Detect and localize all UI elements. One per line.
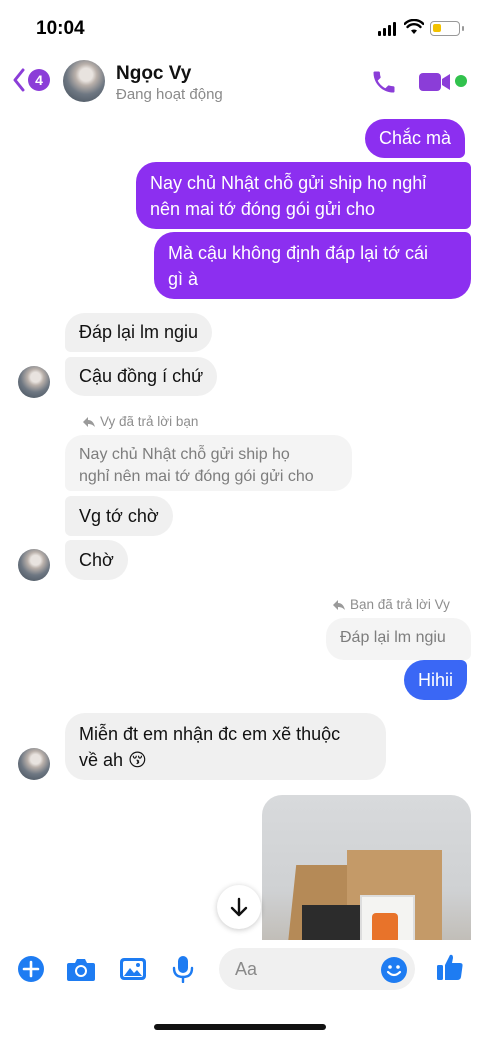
message-incoming[interactable]: Miễn đt em nhận đc em xẽ thuộc về ah 😚 bbox=[65, 713, 386, 780]
quoted-message[interactable]: Đáp lại lm ngiu bbox=[326, 618, 471, 660]
message-input-placeholder: Aa bbox=[235, 959, 258, 979]
message-incoming[interactable]: Cậu đồng í chứ bbox=[65, 357, 218, 396]
contact-avatar[interactable] bbox=[63, 60, 105, 102]
message-text-line: Nay chủ Nhật chỗ gửi ship họ nghỉ bbox=[150, 173, 427, 193]
thumbs-up-icon[interactable] bbox=[435, 952, 465, 982]
message-incoming[interactable]: Đáp lại lm ngiu bbox=[65, 313, 213, 352]
home-indicator bbox=[154, 1024, 326, 1030]
quoted-text: Đáp lại lm ngiu bbox=[340, 629, 446, 646]
online-indicator bbox=[455, 75, 467, 87]
reply-arrow-icon bbox=[333, 599, 345, 610]
video-camera-icon[interactable] bbox=[418, 70, 452, 94]
message-outgoing[interactable]: Hihii bbox=[404, 660, 468, 700]
scroll-to-bottom-button[interactable] bbox=[217, 885, 261, 929]
phone-icon[interactable] bbox=[370, 68, 398, 96]
reply-note-text: Vy đã trả lời bạn bbox=[100, 414, 199, 429]
camera-icon[interactable] bbox=[66, 955, 96, 983]
message-text: Cậu đồng í chứ bbox=[79, 366, 204, 386]
message-text-line: Miễn đt em nhận đc em xẽ thuộc bbox=[79, 724, 341, 744]
photo-content bbox=[372, 913, 398, 940]
back-chevron-icon bbox=[13, 68, 25, 92]
reply-note-text: Bạn đã trả lời Vy bbox=[350, 597, 450, 612]
quoted-text-line: Nay chủ Nhật chỗ gửi ship họ bbox=[79, 446, 290, 463]
quoted-text-line: nghỉ nên mai tớ đóng gói gửi cho bbox=[79, 468, 314, 485]
status-bar: 10:04 bbox=[0, 0, 480, 56]
signal-icon bbox=[378, 22, 396, 36]
sender-avatar[interactable] bbox=[18, 748, 50, 780]
status-time: 10:04 bbox=[36, 18, 85, 39]
message-thread[interactable]: Chắc mà Nay chủ Nhật chỗ gửi ship họ ngh… bbox=[0, 108, 480, 940]
wifi-icon bbox=[404, 19, 424, 34]
message-outgoing[interactable]: Chắc mà bbox=[365, 119, 466, 158]
message-incoming[interactable]: Vg tớ chờ bbox=[65, 496, 173, 536]
message-outgoing[interactable]: Mà cậu không định đáp lại tớ cái gì à bbox=[154, 232, 471, 299]
message-text: Chờ bbox=[79, 550, 114, 570]
message-text-line: nên mai tớ đóng gói gửi cho bbox=[150, 199, 375, 219]
sender-avatar[interactable] bbox=[18, 366, 50, 398]
message-outgoing[interactable]: Nay chủ Nhật chỗ gửi ship họ nghỉ nên ma… bbox=[136, 162, 471, 229]
back-button[interactable]: 4 bbox=[12, 68, 50, 92]
reply-arrow-icon bbox=[83, 416, 95, 427]
message-text: Chắc mà bbox=[379, 128, 452, 148]
message-text: Đáp lại lm ngiu bbox=[79, 322, 199, 342]
photo-content bbox=[302, 905, 367, 940]
contact-status: Đang hoạt động bbox=[116, 86, 223, 103]
microphone-icon[interactable] bbox=[172, 955, 194, 983]
quoted-message[interactable]: Nay chủ Nhật chỗ gửi ship họ nghỉ nên ma… bbox=[65, 435, 352, 491]
reply-note: Vy đã trả lời bạn bbox=[82, 414, 198, 429]
sender-avatar[interactable] bbox=[18, 549, 50, 581]
emoji-icon[interactable] bbox=[380, 956, 408, 984]
conversation-header: 4 Ngọc Vy Đang hoạt động bbox=[0, 56, 480, 108]
message-text-line: Mà cậu không định đáp lại tớ cái bbox=[168, 243, 428, 263]
message-text: Vg tớ chờ bbox=[79, 506, 159, 526]
photo-attachment[interactable] bbox=[262, 795, 471, 940]
message-text-line: về ah 😚 bbox=[79, 750, 147, 770]
arrow-down-icon bbox=[230, 897, 248, 917]
unread-badge: 4 bbox=[28, 69, 50, 91]
battery-icon bbox=[430, 21, 464, 36]
message-incoming[interactable]: Chờ bbox=[65, 540, 128, 580]
plus-icon[interactable] bbox=[17, 955, 45, 983]
message-text: Hihii bbox=[418, 670, 454, 690]
reply-note: Bạn đã trả lời Vy bbox=[332, 597, 450, 612]
image-icon[interactable] bbox=[119, 955, 147, 983]
message-text-line: gì à bbox=[168, 269, 199, 289]
contact-name[interactable]: Ngọc Vy bbox=[116, 63, 191, 85]
